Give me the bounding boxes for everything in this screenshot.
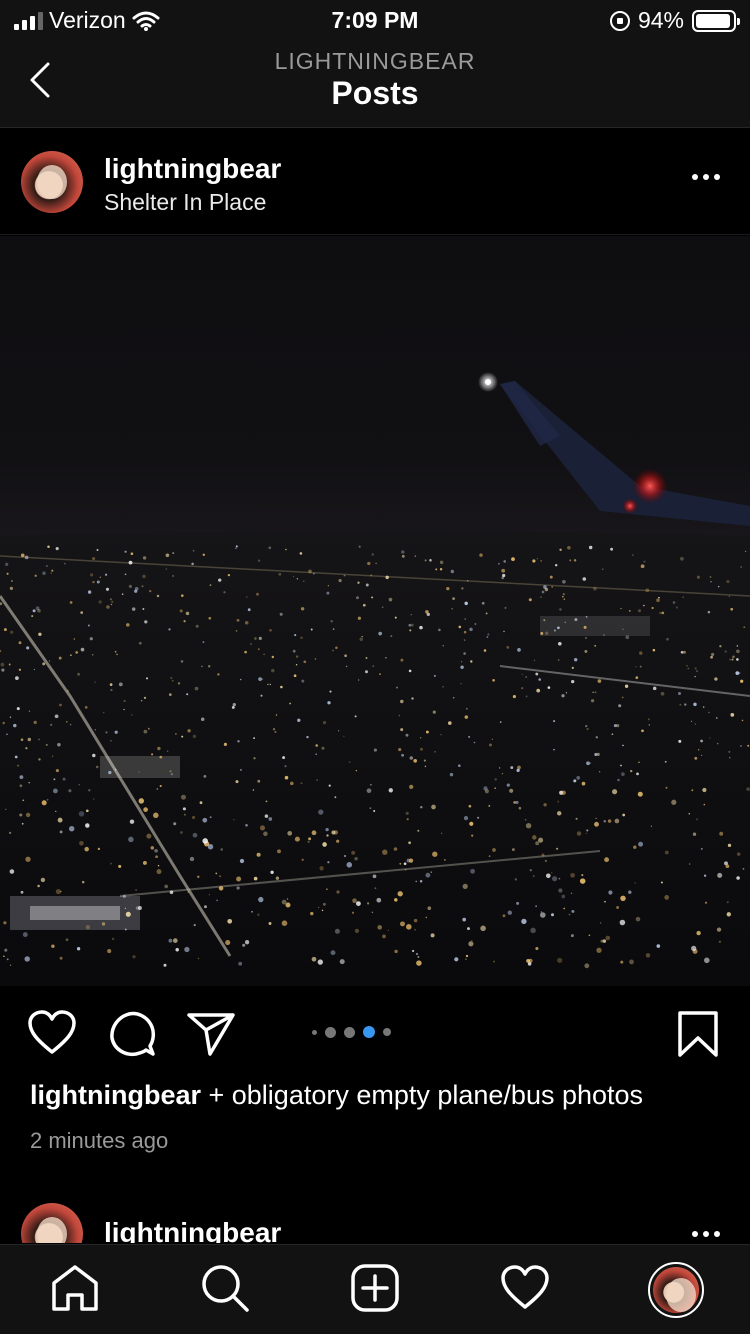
post-photo[interactable] — [0, 236, 750, 986]
carousel-indicator — [312, 1026, 391, 1038]
caption-username[interactable]: lightningbear — [30, 1080, 201, 1110]
share-icon[interactable] — [186, 1010, 236, 1058]
comment-icon[interactable] — [108, 1010, 156, 1058]
home-icon[interactable] — [50, 1263, 100, 1313]
avatar[interactable] — [21, 1203, 83, 1243]
new-post-icon[interactable] — [350, 1263, 400, 1313]
more-horizontal-icon[interactable] — [692, 174, 720, 180]
post-actions — [0, 986, 750, 1076]
page-title: Posts — [331, 75, 419, 111]
bookmark-icon[interactable] — [677, 1010, 719, 1058]
battery-icon — [692, 9, 740, 32]
night-city-photo — [0, 372, 750, 986]
activity-icon[interactable] — [500, 1263, 550, 1313]
carousel-dot — [344, 1026, 355, 1038]
post-header: lightningbear Shelter In Place — [0, 129, 750, 235]
profile-avatar[interactable] — [648, 1262, 704, 1318]
carousel-dot — [325, 1026, 336, 1038]
battery-group: 94% — [609, 7, 740, 34]
post-location[interactable]: Shelter In Place — [104, 189, 266, 216]
caption-text: + obligatory empty plane/bus photos — [201, 1080, 644, 1110]
avatar — [653, 1267, 699, 1313]
post-caption: lightningbear + obligatory empty plane/b… — [30, 1080, 643, 1111]
profile-handle: LIGHTNINGBEAR — [274, 48, 476, 74]
carousel-dot — [383, 1028, 391, 1036]
next-post-username[interactable]: lightningbear — [104, 1217, 281, 1243]
heart-icon[interactable] — [27, 1010, 77, 1056]
post-timestamp: 2 minutes ago — [30, 1128, 169, 1153]
avatar[interactable] — [21, 151, 83, 213]
status-bar: Verizon 7:09 PM 94% — [0, 0, 750, 40]
battery-percent: 94% — [637, 7, 684, 33]
more-horizontal-icon[interactable] — [692, 1231, 720, 1237]
tab-bar — [0, 1244, 750, 1334]
next-post-header: lightningbear — [0, 1195, 750, 1243]
carousel-dot — [312, 1029, 317, 1035]
post-username[interactable]: lightningbear — [104, 153, 281, 185]
top-header: Verizon 7:09 PM 94% LIGHTNINGBEAR Posts — [0, 0, 750, 128]
search-icon[interactable] — [200, 1263, 250, 1313]
carousel-dot-active — [363, 1026, 375, 1038]
orientation-lock-icon — [609, 10, 630, 31]
